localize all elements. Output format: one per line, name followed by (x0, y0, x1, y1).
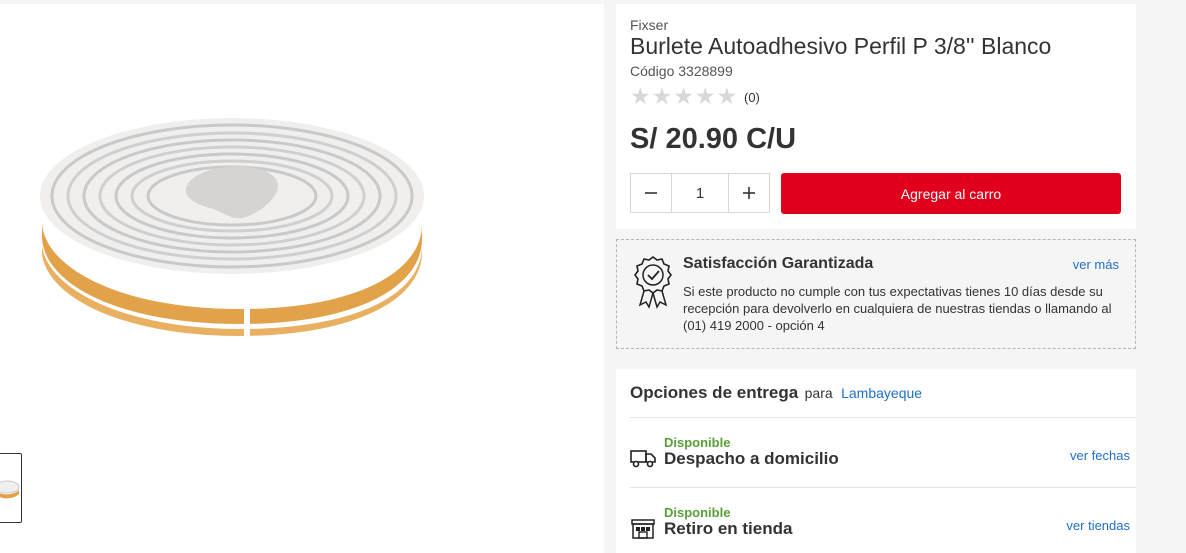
product-price: S/ 20.90 C/U (630, 123, 797, 155)
delivery-options-card: Opciones de entrega para Lambayeque Disp… (616, 369, 1136, 553)
product-image (40, 118, 424, 336)
star-icon: ★ (630, 83, 651, 109)
product-gallery (0, 4, 604, 553)
rating-stars: ★ ★ ★ ★ ★ (630, 84, 737, 108)
store-icon (631, 519, 655, 539)
availability-status: Disponible (664, 435, 731, 450)
truck-icon (630, 450, 656, 468)
delivery-option-store: Disponible Retiro en tienda ver tiendas (630, 505, 1130, 553)
add-to-cart-button[interactable]: Agregar al carro (781, 173, 1121, 214)
product-info-card: Fixser Burlete Autoadhesivo Perfil P 3/8… (616, 4, 1136, 229)
see-dates-link[interactable]: ver fechas (1070, 448, 1130, 463)
delivery-title: Opciones de entrega (630, 383, 799, 402)
satisfaction-guarantee-box: Satisfacción Garantizada ver más Si este… (616, 239, 1136, 349)
award-badge-icon (634, 256, 672, 309)
plus-icon (743, 187, 755, 199)
see-stores-link[interactable]: ver tiendas (1066, 518, 1130, 533)
review-count[interactable]: (0) (744, 90, 760, 105)
guarantee-title: Satisfacción Garantizada (683, 255, 874, 272)
delivery-option-home: Disponible Despacho a domicilio ver fech… (630, 435, 1130, 485)
product-title: Burlete Autoadhesivo Perfil P 3/8'' Blan… (630, 33, 1052, 59)
divider (630, 487, 1136, 488)
minus-icon (645, 192, 657, 194)
delivery-option-name: Retiro en tienda (664, 519, 793, 538)
star-icon: ★ (673, 83, 694, 109)
delivery-header: Opciones de entrega para Lambayeque (630, 383, 922, 403)
delivery-para-label: para (804, 385, 833, 401)
guarantee-description: Si este producto no cumple con tus expec… (683, 284, 1112, 333)
thumbnail-image[interactable] (0, 453, 22, 523)
delivery-option-name: Despacho a domicilio (664, 449, 839, 468)
star-icon: ★ (651, 83, 673, 109)
delivery-location-link[interactable]: Lambayeque (841, 385, 922, 401)
increase-quantity-button[interactable] (729, 174, 769, 212)
star-icon: ★ (716, 83, 738, 109)
decrease-quantity-button[interactable] (631, 174, 671, 212)
quantity-stepper: 1 (630, 173, 770, 213)
see-more-link[interactable]: ver más (1073, 257, 1119, 272)
availability-status: Disponible (664, 505, 731, 520)
brand-name[interactable]: Fixser (630, 17, 668, 33)
star-icon: ★ (694, 83, 716, 109)
divider (630, 417, 1136, 418)
quantity-input[interactable]: 1 (671, 174, 729, 212)
product-code: Código 3328899 (630, 63, 733, 79)
